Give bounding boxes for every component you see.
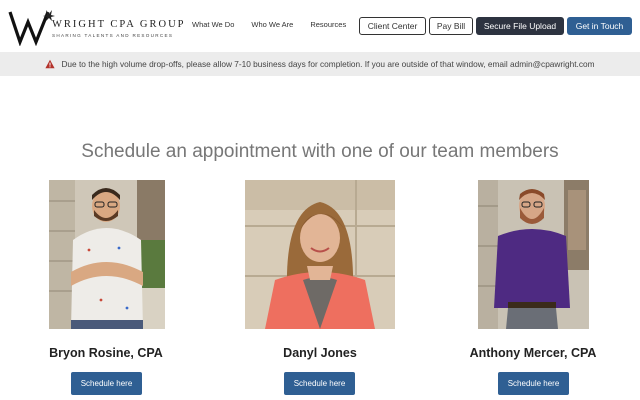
schedule-button[interactable]: Schedule here: [71, 372, 142, 395]
get-in-touch-button[interactable]: Get in Touch: [567, 17, 632, 35]
main-nav: What We Do Who We Are Resources: [192, 20, 346, 29]
pay-bill-button[interactable]: Pay Bill: [429, 17, 473, 35]
logo[interactable]: WRIGHT CPA GROUP SHARING TALENTS AND RES…: [8, 8, 184, 46]
site-header: WRIGHT CPA GROUP SHARING TALENTS AND RES…: [0, 0, 640, 52]
nav-item-who-we-are[interactable]: Who We Are: [251, 20, 293, 29]
schedule-button[interactable]: Schedule here: [284, 372, 355, 395]
warning-icon: [45, 59, 56, 69]
alert-banner: Due to the high volume drop-offs, please…: [0, 52, 640, 76]
client-center-button[interactable]: Client Center: [359, 17, 426, 35]
nav-item-what-we-do[interactable]: What We Do: [192, 20, 234, 29]
team-photo-bryon: [49, 180, 165, 329]
logo-w-mark: [8, 10, 55, 46]
team-member-name: Bryon Rosine, CPA: [49, 346, 163, 360]
secure-file-upload-button[interactable]: Secure File Upload: [476, 17, 564, 35]
nav-item-resources[interactable]: Resources: [310, 20, 346, 29]
logo-tagline: SHARING TALENTS AND RESOURCES: [52, 33, 174, 38]
alert-text: Due to the high volume drop-offs, please…: [61, 59, 595, 69]
schedule-button[interactable]: Schedule here: [498, 372, 569, 395]
page-heading: Schedule an appointment with one of our …: [81, 141, 559, 162]
logo-name: WRIGHT CPA GROUP: [52, 19, 186, 30]
team-member-name: Anthony Mercer, CPA: [469, 346, 597, 360]
team-photo-anthony: [478, 180, 589, 329]
team-member-name: Danyl Jones: [283, 346, 357, 360]
team-photo-danyl: [245, 180, 395, 329]
